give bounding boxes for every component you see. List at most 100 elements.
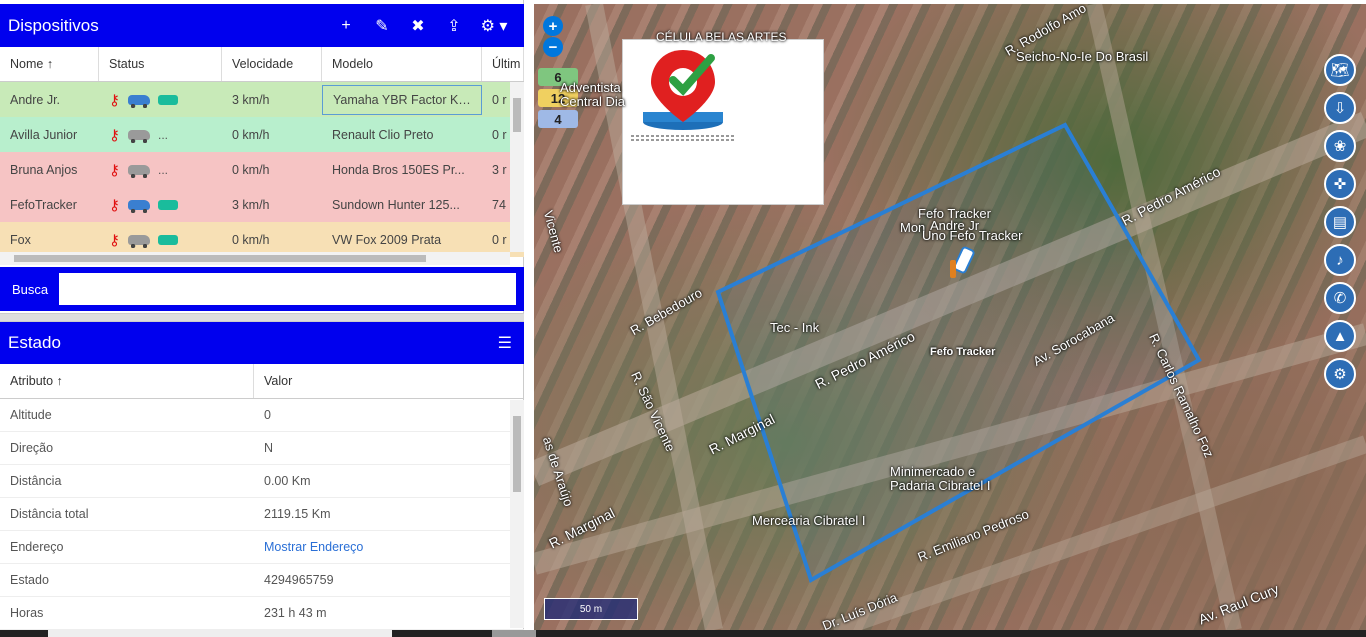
logo-text: FefoTracker: [697, 150, 749, 160]
panel-splitter[interactable]: [0, 313, 524, 322]
map-scale: 50 m: [544, 598, 638, 620]
whatsapp-icon[interactable]: ✆: [1324, 282, 1356, 314]
show-address-link[interactable]: Mostrar Endereço: [254, 540, 510, 554]
device-name: Fox: [10, 232, 31, 247]
state-vertical-scrollbar[interactable]: [510, 400, 524, 628]
state-row: Endereço Mostrar Endereço: [0, 531, 524, 564]
state-value: 0: [264, 408, 271, 422]
map-label: Uno Fefo Tracker: [922, 228, 1023, 243]
state-attribute: Estado: [10, 573, 49, 587]
state-row: Distância 0.00 Km: [0, 465, 524, 498]
state-grid: Atributo ↑ Valor Altitude 0 Direção N Distân…: [0, 364, 524, 630]
state-attribute: Distância total: [10, 507, 89, 521]
search-input[interactable]: [59, 273, 516, 305]
state-attribute: Direção: [10, 441, 54, 455]
map-icon[interactable]: 🗺: [1324, 54, 1356, 86]
devices-title: Dispositivos: [8, 15, 99, 35]
device-row[interactable]: Avilla Junior ⚷... 0 km/h Renault Clio Pret…: [0, 117, 524, 152]
map-label: Central Dia: [560, 94, 626, 109]
status-more: ...: [158, 162, 169, 177]
fefotracker-logo: FefoTracker: [622, 39, 824, 205]
map-view[interactable]: + − 6 12 4 FefoTracker CÉLULA BELAS ARTES …: [534, 4, 1366, 630]
column-nome[interactable]: Nome ↑: [0, 47, 99, 81]
map-label: Tec - Ink: [770, 320, 820, 335]
edit-device-button[interactable]: ✎: [364, 11, 400, 41]
device-name: Avilla Junior: [10, 127, 78, 142]
device-model: Renault Clio Preto: [332, 127, 434, 142]
device-model: Honda Bros 150ES Pr...: [332, 162, 465, 177]
device-model: Yamaha YBR Factor K ...: [322, 84, 482, 115]
state-grid-header: Atributo ↑ Valor: [0, 364, 524, 399]
logo-pin-icon: [631, 50, 735, 141]
device-name: Bruna Anjos: [10, 162, 78, 177]
vehicle-icon: [128, 94, 150, 108]
device-status: ⚷: [99, 91, 222, 109]
document-icon[interactable]: ▤: [1324, 206, 1356, 238]
map-label: Mercearia Cibratel I: [752, 513, 866, 528]
search-label: Busca: [12, 281, 49, 297]
zoom-in-button[interactable]: +: [543, 16, 563, 36]
device-row[interactable]: FefoTracker ⚷ 3 km/h Sundown Hunter 125... 7…: [0, 187, 524, 222]
add-device-button[interactable]: +: [328, 11, 364, 41]
bell-icon[interactable]: ♪: [1324, 244, 1356, 276]
zoom-out-button[interactable]: −: [543, 37, 563, 57]
map-label: Padaria Cibratel I: [890, 478, 991, 493]
gear-icon[interactable]: ⚙: [1324, 358, 1356, 390]
state-value: N: [264, 441, 274, 455]
vehicle-icon: [128, 234, 150, 248]
marker-cluster[interactable]: 4: [538, 110, 578, 128]
taskbar: [0, 630, 1366, 637]
device-name: FefoTracker: [10, 197, 77, 212]
state-value: 4294965759: [264, 573, 334, 587]
column-velocidade[interactable]: Velocidade: [222, 47, 322, 81]
device-row[interactable]: Bruna Anjos ⚷... 0 km/h Honda Bros 150ES Pr…: [0, 152, 524, 187]
column-valor[interactable]: Valor: [254, 364, 510, 398]
upload-button[interactable]: ⇪: [436, 11, 472, 41]
map-label: Adventista: [560, 80, 621, 95]
state-title: Estado: [8, 333, 61, 352]
device-speed: 0 km/h: [232, 127, 270, 142]
map-label: Minimercado e: [890, 464, 976, 479]
device-speed: 3 km/h: [232, 197, 270, 212]
state-menu-icon[interactable]: ☰: [498, 333, 512, 353]
map-label: Fefo Tracker: [930, 346, 996, 358]
road-icon[interactable]: ▲: [1324, 320, 1356, 352]
column-modelo[interactable]: Modelo: [322, 47, 482, 81]
device-model: VW Fox 2009 Prata: [332, 232, 442, 247]
state-header: Estado ☰: [0, 322, 524, 364]
device-status: ⚷: [99, 196, 222, 214]
column-atributo[interactable]: Atributo ↑: [0, 364, 254, 398]
state-row: Horas 231 h 43 m: [0, 597, 524, 630]
device-row[interactable]: Andre Jr. ⚷ 3 km/h Yamaha YBR Factor K ... 0…: [0, 82, 524, 117]
map-label: CÉLULA BELAS ARTES: [656, 30, 787, 44]
vehicle-icon: [128, 164, 150, 178]
ignition-key-icon: ⚷: [109, 231, 120, 249]
ignition-key-icon: ⚷: [109, 196, 120, 214]
device-status: ⚷...: [99, 126, 222, 144]
online-indicator: [158, 234, 178, 245]
settings-menu-button[interactable]: ⚙ ▾: [472, 11, 516, 41]
state-value: 0.00 Km: [264, 474, 311, 488]
device-speed: 0 km/h: [232, 162, 270, 177]
column-ultima[interactable]: Últim: [482, 47, 524, 81]
devices-horizontal-scrollbar[interactable]: [0, 252, 510, 265]
state-row: Altitude 0: [0, 399, 524, 432]
upload-icon[interactable]: ⇩: [1324, 92, 1356, 124]
devices-rows: Andre Jr. ⚷ 3 km/h Yamaha YBR Factor K ... 0…: [0, 82, 524, 257]
remove-device-button[interactable]: ✖: [400, 11, 436, 41]
column-status[interactable]: Status: [99, 47, 222, 81]
online-indicator: [158, 199, 178, 210]
devices-grid-header: Nome ↑ Status Velocidade Modelo Últim: [0, 47, 524, 82]
state-row: Distância total 2119.15 Km: [0, 498, 524, 531]
devices-vertical-scrollbar[interactable]: [510, 82, 524, 252]
ignition-key-icon: ⚷: [109, 161, 120, 179]
crosshair-icon[interactable]: ✜: [1324, 168, 1356, 200]
left-panel: Dispositivos + ✎ ✖ ⇪ ⚙ ▾ Nome ↑ Status V…: [0, 0, 524, 637]
devices-header: Dispositivos + ✎ ✖ ⇪ ⚙ ▾: [0, 4, 524, 47]
device-name: Andre Jr.: [10, 92, 61, 107]
ignition-key-icon: ⚷: [109, 91, 120, 109]
paw-icon[interactable]: ❀: [1324, 130, 1356, 162]
state-value: 2119.15 Km: [264, 507, 331, 521]
map-label: Seicho-No-Ie Do Brasil: [1016, 49, 1149, 64]
devices-grid: Nome ↑ Status Velocidade Modelo Últim An…: [0, 47, 524, 265]
